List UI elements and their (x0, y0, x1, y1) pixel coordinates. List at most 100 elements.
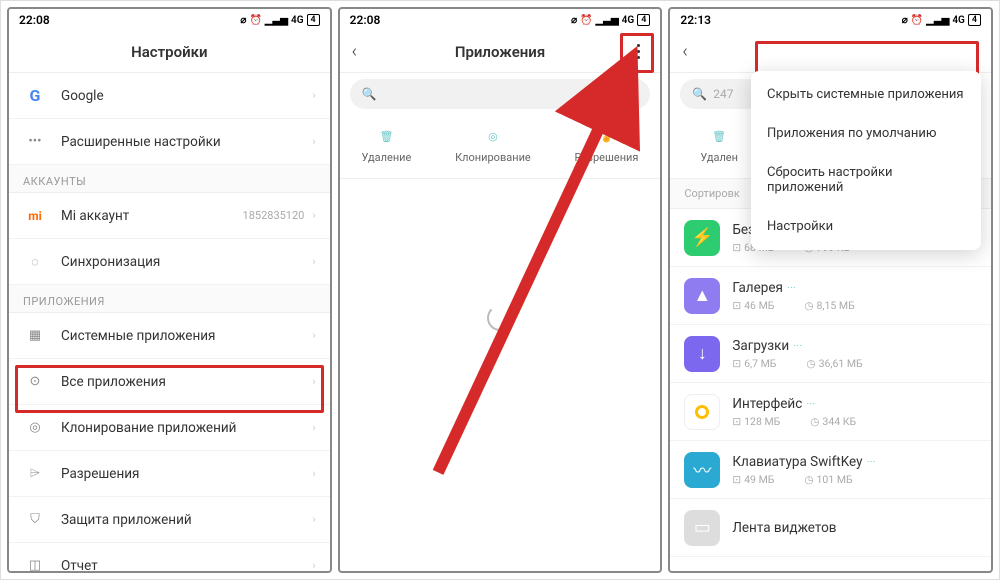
section-apps: ПРИЛОЖЕНИЯ (9, 285, 330, 313)
row-protection[interactable]: ⛉ Защита приложений › (9, 497, 330, 543)
app-cache: ◷ 344 КБ (810, 415, 856, 428)
menu-settings[interactable]: Настройки (751, 207, 981, 246)
menu-default-apps[interactable]: Приложения по умолчанию (751, 114, 981, 153)
chevron-right-icon: › (312, 329, 315, 342)
back-button[interactable]: ‹ (352, 41, 357, 62)
menu-reset[interactable]: Сбросить настройки приложений (751, 153, 981, 207)
status-icons: ⌀ ⏰ ▁▃▅ 4G 4 (902, 14, 981, 26)
app-item[interactable]: ↓ Загрузки⋯ ⊡ 6,7 МБ ◷ 36,61 МБ (670, 325, 991, 383)
chevron-right-icon: › (312, 467, 315, 480)
app-name: Галерея (732, 280, 783, 296)
row-all-apps[interactable]: ⊙ Все приложения › (9, 359, 330, 405)
action-delete[interactable]: 🗑 Удаление (362, 125, 412, 164)
app-name: Интерфейс (732, 396, 802, 412)
app-icon-swiftkey: 〰 (684, 452, 720, 488)
status-icons: ⌀ ⏰ ▁▃▅ 4G 4 (240, 14, 319, 26)
network-label: 4G (622, 15, 635, 26)
title-bar: ‹ Приложения (340, 31, 661, 73)
app-item[interactable]: ▲ Галерея⋯ ⊡ 46 МБ ◷ 8,15 МБ (670, 267, 991, 325)
action-delete[interactable]: 🗑 Удален (700, 125, 738, 164)
battery-icon: 4 (307, 14, 320, 26)
permissions-icon: ⌲ (23, 462, 47, 486)
menu-hide-system[interactable]: Скрыть системные приложения (751, 75, 981, 114)
app-storage: ⊡ 128 МБ (732, 415, 780, 428)
grid-icon: ▦ (23, 324, 47, 348)
app-icon-widgets: ▭ (684, 510, 720, 546)
app-item[interactable]: Интерфейс⋯ ⊡ 128 МБ ◷ 344 КБ (670, 383, 991, 441)
action-permissions[interactable]: 🏅 Разрешения (575, 125, 639, 164)
row-clone[interactable]: ◎ Клонирование приложений › (9, 405, 330, 451)
app-name: Клавиатура SwiftKey (732, 454, 862, 470)
dots-icon: ••• (23, 130, 47, 154)
back-button[interactable]: ‹ (682, 41, 687, 62)
status-bar: 22:08 ⌀ ⏰ ▁▃▅ 4G 4 (340, 9, 661, 31)
settings-list: G Google › ••• Расширенные настройки › А… (9, 73, 330, 571)
screen-apps: 22:08 ⌀ ⏰ ▁▃▅ 4G 4 ‹ Приложения 🔍 🗑 Удал… (338, 7, 663, 573)
apps-icon: ⊙ (23, 370, 47, 394)
sync-icon: ◌ (23, 250, 47, 274)
title-bar: Настройки (9, 31, 330, 73)
battery-icon: 4 (637, 14, 650, 26)
action-label: Разрешения (575, 151, 639, 164)
row-label: Отчет (61, 558, 312, 572)
row-system-apps[interactable]: ▦ Системные приложения › (9, 313, 330, 359)
chevron-right-icon: › (312, 89, 315, 102)
action-clone[interactable]: ◎ Клонирование (455, 125, 531, 164)
search-icon: 🔍 (692, 87, 707, 101)
alarm-icon: ⏰ (911, 15, 923, 26)
app-icon-gallery: ▲ (684, 278, 720, 314)
network-label: 4G (952, 15, 965, 26)
more-button[interactable] (624, 38, 652, 66)
row-advanced[interactable]: ••• Расширенные настройки › (9, 119, 330, 165)
clone-icon: ◎ (23, 416, 47, 440)
status-icons: ⌀ ⏰ ▁▃▅ 4G 4 (571, 14, 650, 26)
status-bar: 22:08 ⌀ ⏰ ▁▃▅ 4G 4 (9, 9, 330, 31)
row-report[interactable]: ◫ Отчет › (9, 543, 330, 571)
app-list: ⚡ Безопасность⋯ ⊡ 68 МБ ◷ 799 КБ ▲ Галер… (670, 209, 991, 571)
row-sync[interactable]: ◌ Синхронизация › (9, 239, 330, 285)
app-icon-interface (684, 394, 720, 430)
row-google[interactable]: G Google › (9, 73, 330, 119)
app-name: Загрузки (732, 338, 789, 354)
chevron-right-icon: › (312, 255, 315, 268)
app-item[interactable]: 〰 Клавиатура SwiftKey⋯ ⊡ 49 МБ ◷ 101 МБ (670, 441, 991, 499)
trash-icon: 🗑 (375, 125, 397, 147)
mi-icon: mi (23, 204, 47, 228)
row-label: Расширенные настройки (61, 134, 312, 150)
row-permissions[interactable]: ⌲ Разрешения › (9, 451, 330, 497)
action-label: Удален (700, 151, 738, 164)
vibrate-icon: ⌀ (571, 15, 577, 26)
trash-icon: 🗑 (708, 125, 730, 147)
title-bar: ‹ (670, 31, 991, 73)
row-label: Разрешения (61, 466, 312, 482)
app-icon-security: ⚡ (684, 220, 720, 256)
search-input[interactable]: 🔍 (350, 79, 651, 109)
loading-spinner (487, 305, 513, 331)
page-title: Приложения (455, 43, 545, 61)
status-time: 22:08 (19, 13, 50, 27)
status-time: 22:13 (680, 13, 711, 27)
chevron-right-icon: › (312, 421, 315, 434)
row-label: Google (61, 88, 312, 104)
badge-icon: 🏅 (595, 125, 617, 147)
app-item[interactable]: ▭ Лента виджетов (670, 499, 991, 557)
chevron-right-icon: › (312, 559, 315, 571)
action-label: Удаление (362, 151, 412, 164)
row-sublabel: 1852835120 (243, 209, 305, 222)
alarm-icon: ⏰ (580, 15, 592, 26)
row-label: Синхронизация (61, 254, 312, 270)
status-time: 22:08 (350, 13, 381, 27)
shield-icon: ⛉ (23, 508, 47, 532)
action-row: 🗑 Удаление ◎ Клонирование 🏅 Разрешения (340, 115, 661, 179)
row-mi-account[interactable]: mi Mi аккаунт 1852835120 › (9, 193, 330, 239)
status-bar: 22:13 ⌀ ⏰ ▁▃▅ 4G 4 (670, 9, 991, 31)
app-cache: ◷ 101 МБ (804, 473, 852, 486)
row-label: Защита приложений (61, 512, 312, 528)
google-icon: G (23, 84, 47, 108)
app-icon-downloads: ↓ (684, 336, 720, 372)
search-icon: 🔍 (362, 87, 377, 101)
alarm-icon: ⏰ (249, 15, 261, 26)
battery-icon: 4 (968, 14, 981, 26)
app-cache: ◷ 36,61 МБ (806, 357, 862, 370)
chevron-right-icon: › (312, 375, 315, 388)
